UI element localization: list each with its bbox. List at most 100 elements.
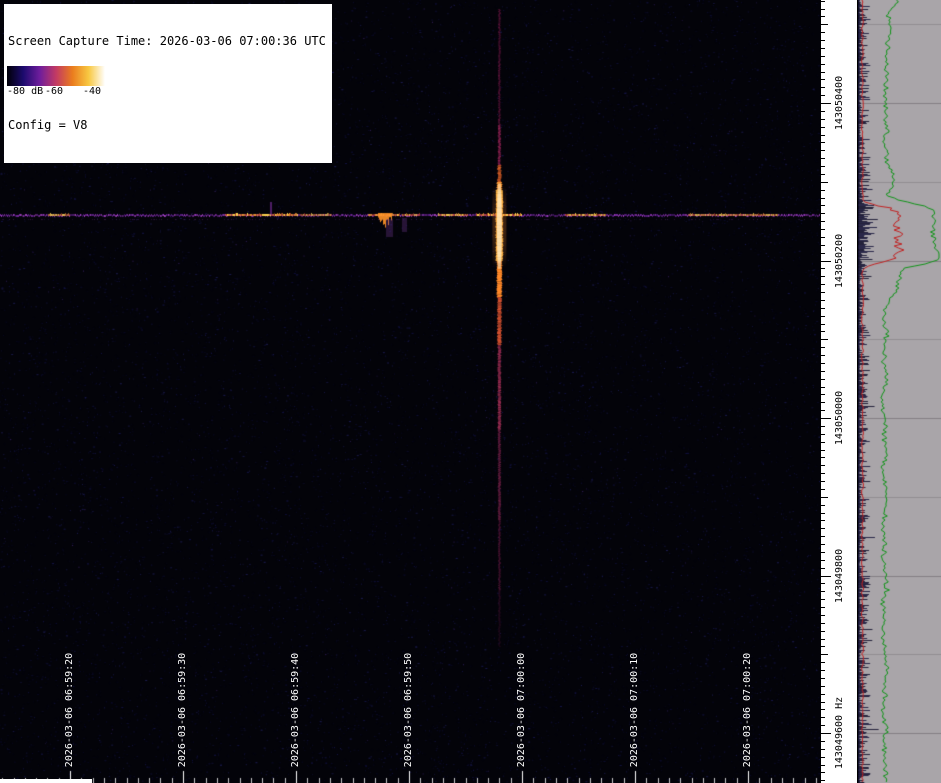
freq-tick bbox=[821, 300, 825, 301]
freq-tick bbox=[821, 182, 828, 183]
freq-tick bbox=[821, 237, 825, 238]
freq-tick bbox=[821, 662, 825, 663]
freq-tick bbox=[821, 324, 825, 325]
freq-tick bbox=[821, 780, 825, 781]
freq-tick bbox=[821, 473, 825, 474]
freq-tick-label: 143050000 bbox=[834, 390, 845, 446]
time-tick-label: 2026-03-06 07:00:20 bbox=[742, 652, 753, 768]
freq-tick bbox=[821, 513, 825, 514]
freq-tick bbox=[821, 48, 825, 49]
freq-tick bbox=[821, 552, 825, 553]
freq-tick bbox=[821, 583, 825, 584]
freq-tick bbox=[821, 709, 825, 710]
freq-tick bbox=[821, 623, 825, 624]
config-text: Config = V8 bbox=[8, 118, 88, 132]
freq-tick bbox=[821, 308, 825, 309]
waterfall-area: Screen Capture Time: 2026-03-06 07:00:36… bbox=[0, 0, 820, 783]
freq-tick bbox=[821, 678, 825, 679]
colorbar-gradient bbox=[7, 66, 105, 86]
freq-tick bbox=[821, 505, 825, 506]
freq-tick bbox=[821, 111, 825, 112]
freq-tick bbox=[821, 16, 825, 17]
freq-tick bbox=[821, 79, 825, 80]
freq-tick bbox=[821, 135, 825, 136]
freq-tick bbox=[821, 599, 825, 600]
freq-tick bbox=[821, 339, 828, 340]
freq-tick bbox=[821, 371, 825, 372]
freq-tick bbox=[821, 142, 825, 143]
freq-tick bbox=[821, 694, 825, 695]
freq-tick bbox=[821, 402, 825, 403]
spectrum-panel-canvas bbox=[858, 0, 941, 783]
colorbar-label-min: -80 dB bbox=[7, 86, 44, 97]
freq-tick bbox=[821, 229, 825, 230]
freq-tick bbox=[821, 607, 825, 608]
freq-tick bbox=[821, 331, 825, 332]
freq-tick bbox=[821, 119, 825, 120]
freq-tick bbox=[821, 576, 831, 577]
freq-tick-label: 143049600 Hz bbox=[834, 696, 845, 770]
capture-time-text: Screen Capture Time: 2026-03-06 07:00:36… bbox=[8, 34, 326, 48]
freq-tick bbox=[821, 733, 831, 734]
freq-tick bbox=[821, 24, 828, 25]
freq-tick bbox=[821, 670, 825, 671]
spectrogram-app: Screen Capture Time: 2026-03-06 07:00:36… bbox=[0, 0, 941, 783]
freq-tick bbox=[821, 757, 825, 758]
freq-tick bbox=[821, 481, 825, 482]
freq-tick bbox=[821, 489, 825, 490]
freq-tick bbox=[821, 261, 831, 262]
freq-tick bbox=[821, 213, 825, 214]
time-tick-label: 2026-03-06 07:00:10 bbox=[629, 652, 640, 768]
freq-tick bbox=[821, 646, 825, 647]
freq-tick bbox=[821, 190, 825, 191]
freq-tick bbox=[821, 95, 825, 96]
time-tick-label: 2026-03-06 07:00:00 bbox=[516, 652, 527, 768]
freq-tick bbox=[821, 268, 825, 269]
freq-tick bbox=[821, 72, 825, 73]
freq-tick bbox=[821, 717, 825, 718]
freq-tick bbox=[821, 363, 825, 364]
freq-tick bbox=[821, 528, 825, 529]
freq-tick bbox=[821, 749, 825, 750]
freq-tick bbox=[821, 284, 825, 285]
freq-tick bbox=[821, 221, 825, 222]
colorbar-labels: -80 dB -60 -40 bbox=[7, 86, 105, 98]
freq-tick bbox=[821, 245, 825, 246]
freq-tick bbox=[821, 316, 825, 317]
freq-tick bbox=[821, 520, 825, 521]
freq-tick bbox=[821, 205, 825, 206]
freq-tick bbox=[821, 465, 825, 466]
freq-tick bbox=[821, 158, 825, 159]
freq-tick bbox=[821, 568, 825, 569]
freq-tick bbox=[821, 56, 825, 57]
bottom-scrollbar-thumb[interactable] bbox=[0, 779, 92, 783]
freq-tick bbox=[821, 64, 825, 65]
freq-tick-label: 143049800 bbox=[834, 548, 845, 604]
freq-tick bbox=[821, 174, 825, 175]
freq-tick bbox=[821, 418, 831, 419]
freq-tick bbox=[821, 292, 825, 293]
freq-tick-label: 143050400 bbox=[834, 75, 845, 131]
freq-tick bbox=[821, 654, 828, 655]
freq-tick bbox=[821, 355, 825, 356]
freq-tick bbox=[821, 379, 825, 380]
freq-tick bbox=[821, 615, 825, 616]
freq-tick bbox=[821, 32, 825, 33]
freq-tick bbox=[821, 591, 825, 592]
freq-tick bbox=[821, 253, 825, 254]
freq-tick bbox=[821, 198, 825, 199]
colorbar: -80 dB -60 -40 bbox=[4, 63, 108, 99]
freq-tick bbox=[821, 166, 825, 167]
colorbar-label-max: -40 bbox=[83, 86, 102, 97]
freq-tick bbox=[821, 1, 825, 2]
freq-tick bbox=[821, 686, 825, 687]
time-tick-label: 2026-03-06 06:59:20 bbox=[64, 652, 75, 768]
freq-tick bbox=[821, 40, 825, 41]
freq-tick bbox=[821, 725, 825, 726]
freq-tick bbox=[821, 497, 828, 498]
colorbar-label-mid: -60 bbox=[45, 86, 64, 97]
freq-tick bbox=[821, 387, 825, 388]
freq-tick bbox=[821, 442, 825, 443]
freq-tick bbox=[821, 410, 825, 411]
time-tick-label: 2026-03-06 06:59:40 bbox=[290, 652, 301, 768]
